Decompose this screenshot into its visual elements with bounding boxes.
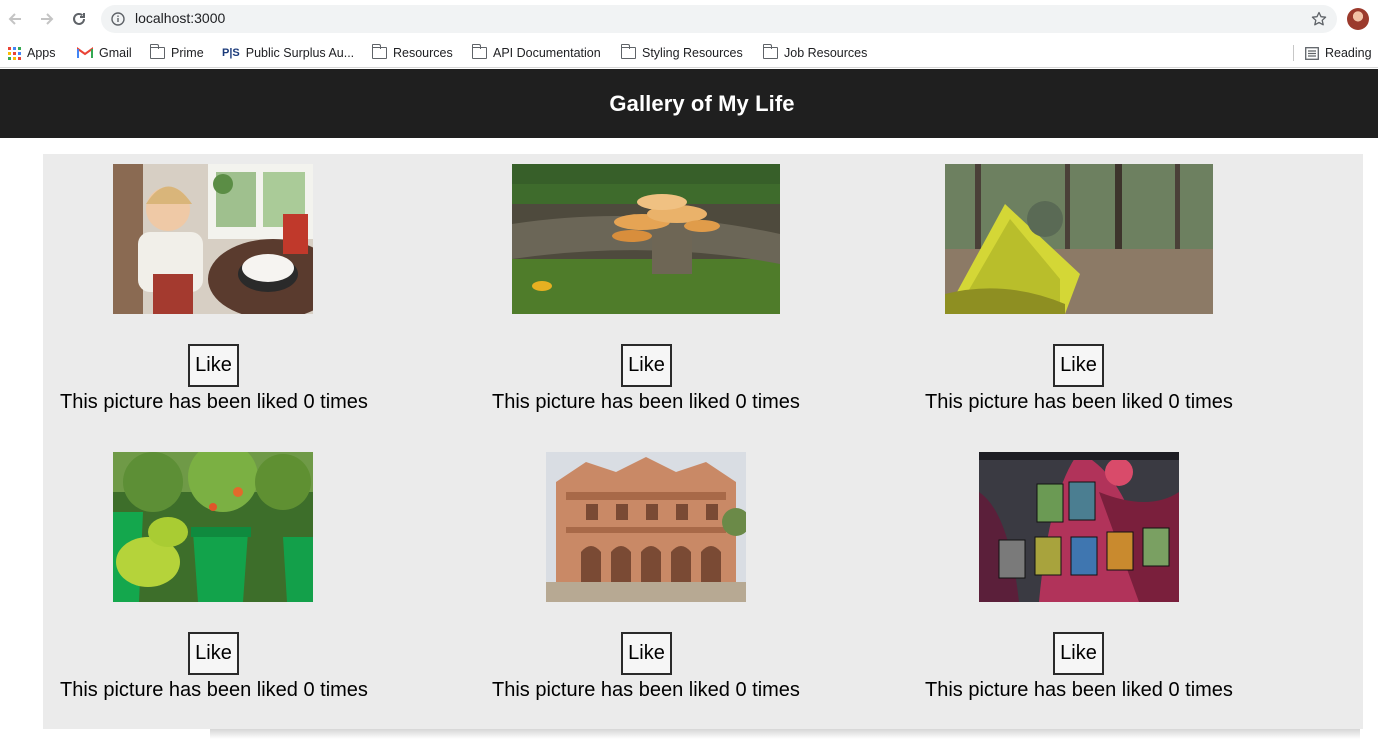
bookmark-public-surplus[interactable]: P|S Public Surplus Au... bbox=[222, 44, 354, 62]
gmail-icon bbox=[77, 47, 93, 58]
like-button[interactable]: Like bbox=[188, 632, 239, 675]
gallery-photo-cards[interactable] bbox=[979, 452, 1179, 602]
address-bar[interactable]: localhost:3000 bbox=[101, 5, 1337, 33]
gallery-photo-mushrooms[interactable] bbox=[512, 164, 780, 314]
gallery-grid: Like This picture has been liked 0 times… bbox=[43, 154, 1363, 729]
reload-icon[interactable] bbox=[68, 8, 90, 30]
forward-arrow-icon[interactable] bbox=[36, 8, 58, 30]
bookmark-label: API Documentation bbox=[493, 46, 601, 60]
bookmark-prime[interactable]: Prime bbox=[149, 44, 204, 62]
gallery-photo-plants[interactable] bbox=[113, 452, 313, 602]
public-surplus-icon: P|S bbox=[222, 47, 240, 59]
apps-grid-icon bbox=[8, 46, 21, 60]
like-button[interactable]: Like bbox=[621, 632, 672, 675]
bookmark-label: Gmail bbox=[99, 46, 132, 60]
folder-icon bbox=[149, 44, 165, 59]
bookmark-styling-resources[interactable]: Styling Resources bbox=[620, 44, 743, 62]
reading-list-icon bbox=[1305, 46, 1319, 60]
gallery-photo-birthday[interactable] bbox=[113, 164, 313, 314]
bookmark-label: Job Resources bbox=[784, 46, 868, 60]
page-title: Gallery of My Life bbox=[609, 90, 795, 116]
bookmark-job-resources[interactable]: Job Resources bbox=[762, 44, 868, 62]
url-text[interactable]: localhost:3000 bbox=[135, 10, 225, 26]
bookmark-apps[interactable]: Apps bbox=[8, 44, 56, 62]
gallery-photo-palace[interactable] bbox=[546, 452, 746, 602]
gallery-photo-tent[interactable] bbox=[945, 164, 1213, 314]
bookmark-label: Public Surplus Au... bbox=[245, 46, 355, 60]
folder-icon bbox=[471, 44, 487, 59]
bookmark-label: Resources bbox=[393, 46, 453, 60]
folder-icon bbox=[620, 44, 636, 59]
bookmark-resources[interactable]: Resources bbox=[371, 44, 453, 62]
bookmark-label: Prime bbox=[171, 46, 204, 60]
profile-avatar[interactable] bbox=[1347, 8, 1369, 30]
info-icon[interactable] bbox=[111, 12, 125, 31]
like-count-text: This picture has been liked 0 times bbox=[60, 679, 368, 701]
like-count-text: This picture has been liked 0 times bbox=[492, 391, 800, 413]
page-header: Gallery of My Life bbox=[0, 69, 1378, 138]
bookmarks-bar: Apps Gmail Prime P|S Public Surplus Au..… bbox=[0, 38, 1378, 68]
like-count-text: This picture has been liked 0 times bbox=[925, 391, 1233, 413]
browser-toolbar: localhost:3000 bbox=[0, 0, 1378, 38]
like-button[interactable]: Like bbox=[1053, 632, 1104, 675]
like-count-text: This picture has been liked 0 times bbox=[925, 679, 1233, 701]
bookmarks-divider bbox=[1293, 45, 1294, 61]
folder-icon bbox=[762, 44, 778, 59]
bookmark-label: Styling Resources bbox=[642, 46, 743, 60]
like-count-text: This picture has been liked 0 times bbox=[492, 679, 800, 701]
bookmark-gmail[interactable]: Gmail bbox=[77, 44, 132, 62]
like-button[interactable]: Like bbox=[1053, 344, 1104, 387]
bookmark-star-icon[interactable] bbox=[1311, 11, 1327, 32]
like-button[interactable]: Like bbox=[188, 344, 239, 387]
scroll-shadow bbox=[210, 729, 1360, 739]
reading-list-label: Reading bbox=[1325, 46, 1372, 60]
like-count-text: This picture has been liked 0 times bbox=[60, 391, 368, 413]
reading-list-button[interactable]: Reading bbox=[1305, 44, 1372, 62]
back-arrow-icon[interactable] bbox=[4, 8, 26, 30]
folder-icon bbox=[371, 44, 387, 59]
bookmark-label: Apps bbox=[27, 46, 56, 60]
bookmark-api-documentation[interactable]: API Documentation bbox=[471, 44, 601, 62]
like-button[interactable]: Like bbox=[621, 344, 672, 387]
